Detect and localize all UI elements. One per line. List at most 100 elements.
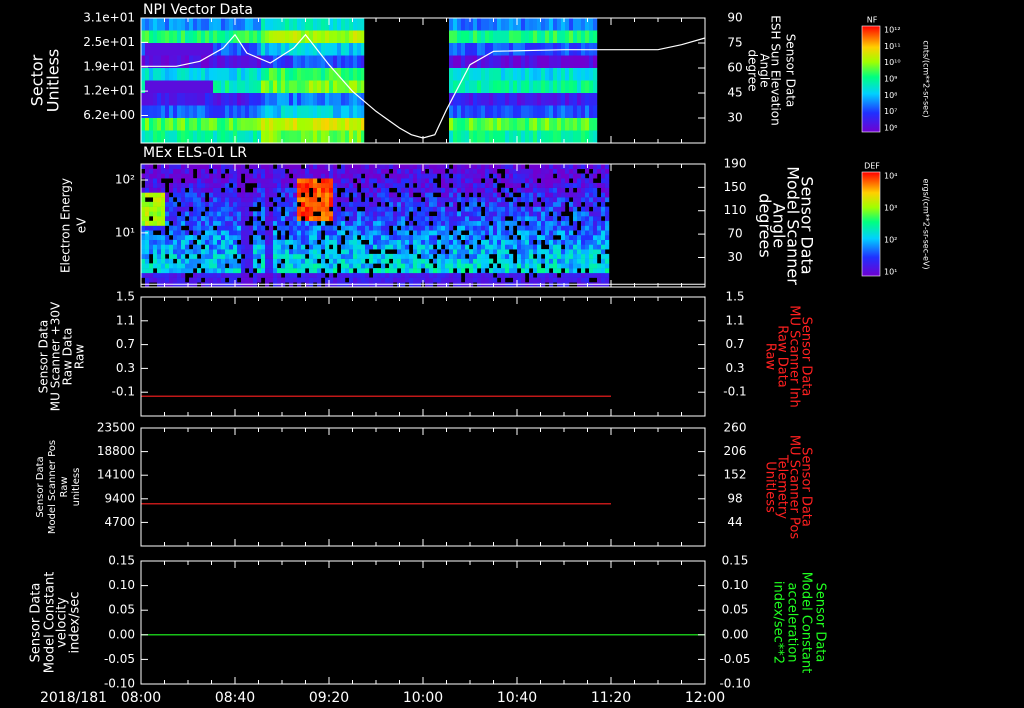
heat-cell [145,192,150,198]
heat-cell [389,244,394,250]
heat-cell [477,93,482,106]
heat-cell [449,43,454,56]
heat-cell [181,216,186,222]
heat-cell [377,239,382,245]
heat-cell [333,206,338,212]
heat-cell [497,234,502,240]
heat-cell [537,173,542,179]
heat-cell [505,220,510,226]
heat-cell [345,192,350,198]
heat-cell [325,253,330,259]
colorbar-units: ergs/(cm**2-sr-sec-eV) [922,178,931,269]
heat-cell [489,206,494,212]
heat-cell [417,211,422,217]
heat-cell [549,206,554,212]
heat-cell [457,230,462,236]
heat-cell [405,277,410,283]
heat-cell [309,18,314,31]
heat-cell [489,55,494,69]
heat-cell [273,272,278,278]
heat-cell [345,68,350,81]
heat-cell [397,211,402,217]
heat-cell [525,244,530,250]
heat-cell [177,68,182,81]
heat-cell [241,68,246,81]
heat-cell [589,220,594,226]
heat-cell [497,211,502,217]
heat-cell [413,239,418,245]
heat-cell [565,225,570,231]
heat-cell [469,216,474,222]
heat-cell [421,192,426,198]
heat-cell [321,182,326,188]
heat-cell [389,216,394,222]
heat-cell [473,253,478,259]
heat-cell [601,168,606,174]
heat-cell [341,225,346,231]
heat-cell [241,272,246,278]
heat-cell [489,182,494,188]
heat-cell [333,201,338,207]
heat-cell [433,187,438,193]
heat-cell [325,230,330,236]
heat-cell [573,55,578,69]
heat-cell [585,234,590,240]
heat-cell [365,164,370,170]
heat-cell [313,68,318,81]
heat-cell [441,263,446,269]
heat-cell [473,93,478,106]
heat-cell [453,234,458,240]
heat-cell [165,30,170,44]
heat-cell [361,272,366,278]
heat-cell [185,168,190,174]
heat-cell [285,258,290,264]
heat-cell [397,182,402,188]
heat-cell [269,30,274,44]
heat-cell [593,201,598,207]
heat-cell [477,258,482,264]
heat-cell [425,216,430,222]
heat-cell [253,43,258,56]
heat-cell [425,230,430,236]
heat-cell [525,263,530,269]
heat-cell [577,258,582,264]
heat-cell [505,168,510,174]
heat-cell [437,187,442,193]
heat-cell [253,105,258,119]
heat-cell [149,234,154,240]
heat-cell [181,173,186,179]
heat-cell [257,197,262,203]
y2-tick-label: 110 [724,203,747,217]
heat-cell [325,244,330,250]
heat-cell [569,80,574,94]
heat-cell [525,206,530,212]
heat-cell [265,249,270,255]
heat-cell [353,55,358,69]
heat-cell [325,216,330,222]
heat-cell [257,168,262,174]
heat-cell [553,164,558,170]
y2-tick-label: 260 [724,421,747,435]
heat-cell [341,230,346,236]
heat-cell [289,206,294,212]
heat-cell [465,43,470,56]
heat-cell [329,80,334,94]
heat-cell [569,187,574,193]
heat-cell [573,168,578,174]
heat-cell [545,239,550,245]
heat-cell [453,182,458,188]
heat-cell [397,187,402,193]
heat-cell [297,277,302,283]
heat-cell [405,272,410,278]
heat-cell [549,258,554,264]
heat-cell [361,230,366,236]
heat-cell [481,80,486,94]
heat-cell [289,263,294,269]
heat-cell [397,201,402,207]
y2-tick-label: -0.1 [723,385,746,399]
colorbar-units: cnts/(cm**2-sr-sec) [922,40,931,117]
heat-cell [581,258,586,264]
heat-cell [329,225,334,231]
heat-cell [353,168,358,174]
heat-cell [445,234,450,240]
